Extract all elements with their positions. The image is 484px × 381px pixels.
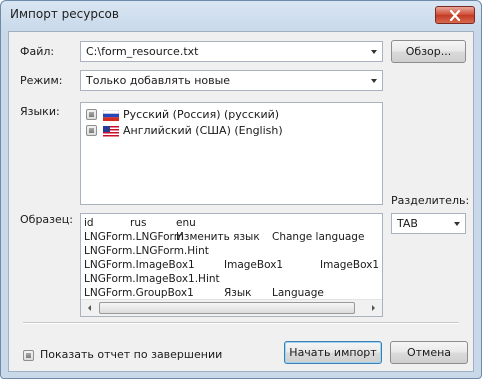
- show-report-label[interactable]: Показать отчет по завершении: [40, 348, 222, 361]
- usa-flag-icon: [103, 126, 119, 137]
- title-bar[interactable]: Импорт ресурсов: [1, 1, 481, 31]
- sample-cell: LNGForm.ImageBox1: [84, 259, 195, 271]
- file-path-value: C:\form_resource.txt: [86, 45, 199, 58]
- scrollbar-thumb[interactable]: [99, 302, 355, 314]
- sample-cell: ImageBox1: [224, 259, 284, 271]
- browse-button[interactable]: Обзор...: [391, 40, 466, 63]
- separator-combobox[interactable]: TAB: [391, 213, 466, 234]
- file-label: Файл:: [20, 45, 55, 58]
- languages-label: Языки:: [20, 105, 60, 118]
- chevron-down-icon[interactable]: [371, 50, 377, 54]
- sample-cell: Изменить язык: [176, 231, 260, 243]
- sample-cell: Change language: [272, 231, 365, 243]
- window-title: Импорт ресурсов: [10, 7, 119, 21]
- language-label: Русский (Россия) (русский): [123, 108, 280, 121]
- sample-cell: ImageBox1: [320, 259, 380, 271]
- close-button[interactable]: [435, 6, 475, 24]
- sample-cell: LNGForm.LNGForm: [84, 231, 184, 243]
- chevron-right-icon: [372, 305, 375, 311]
- close-icon: [449, 10, 461, 21]
- mode-value: Только добавлять новые: [86, 74, 231, 87]
- show-report-checkbox[interactable]: [23, 350, 34, 361]
- chevron-down-icon[interactable]: [454, 222, 460, 226]
- sample-cell: id: [84, 217, 94, 229]
- sample-cell: enu: [176, 217, 196, 229]
- dialog-client-area: Файл: C:\form_resource.txt Обзор... Режи…: [8, 31, 474, 372]
- footer-divider: [23, 322, 459, 324]
- chevron-down-icon[interactable]: [371, 79, 377, 83]
- scroll-right-button[interactable]: [365, 300, 382, 316]
- separator-value: TAB: [397, 217, 418, 230]
- import-resources-dialog: Импорт ресурсов Файл: C:\form_resource.t…: [0, 0, 482, 379]
- mode-label: Режим:: [20, 74, 63, 87]
- chevron-left-icon: [88, 305, 91, 311]
- horizontal-scrollbar[interactable]: [81, 299, 382, 316]
- languages-list[interactable]: Русский (Россия) (русский) Английский (С…: [80, 102, 383, 205]
- start-import-button[interactable]: Начать импорт: [284, 341, 382, 364]
- language-checkbox[interactable]: [86, 109, 97, 120]
- file-combobox[interactable]: C:\form_resource.txt: [80, 41, 383, 62]
- language-checkbox[interactable]: [86, 125, 97, 136]
- sample-cell: Language: [272, 287, 324, 299]
- sample-cell: Язык: [224, 287, 252, 299]
- separator-label: Разделитель:: [391, 194, 470, 207]
- sample-cell: LNGForm.LNGForm.Hint: [84, 245, 209, 257]
- sample-cell: LNGForm.GroupBox1: [84, 287, 194, 299]
- language-label: Английский (США) (English): [123, 124, 283, 137]
- sample-cell: LNGForm.ImageBox1.Hint: [84, 273, 220, 285]
- sample-preview[interactable]: id rus enu LNGForm.LNGForm Изменить язык…: [80, 213, 383, 317]
- sample-label: Образец:: [20, 213, 73, 226]
- mode-combobox[interactable]: Только добавлять новые: [80, 70, 383, 91]
- sample-cell: rus: [130, 217, 147, 229]
- russia-flag-icon: [103, 110, 119, 121]
- scroll-left-button[interactable]: [81, 300, 98, 316]
- cancel-button[interactable]: Отмена: [390, 341, 468, 364]
